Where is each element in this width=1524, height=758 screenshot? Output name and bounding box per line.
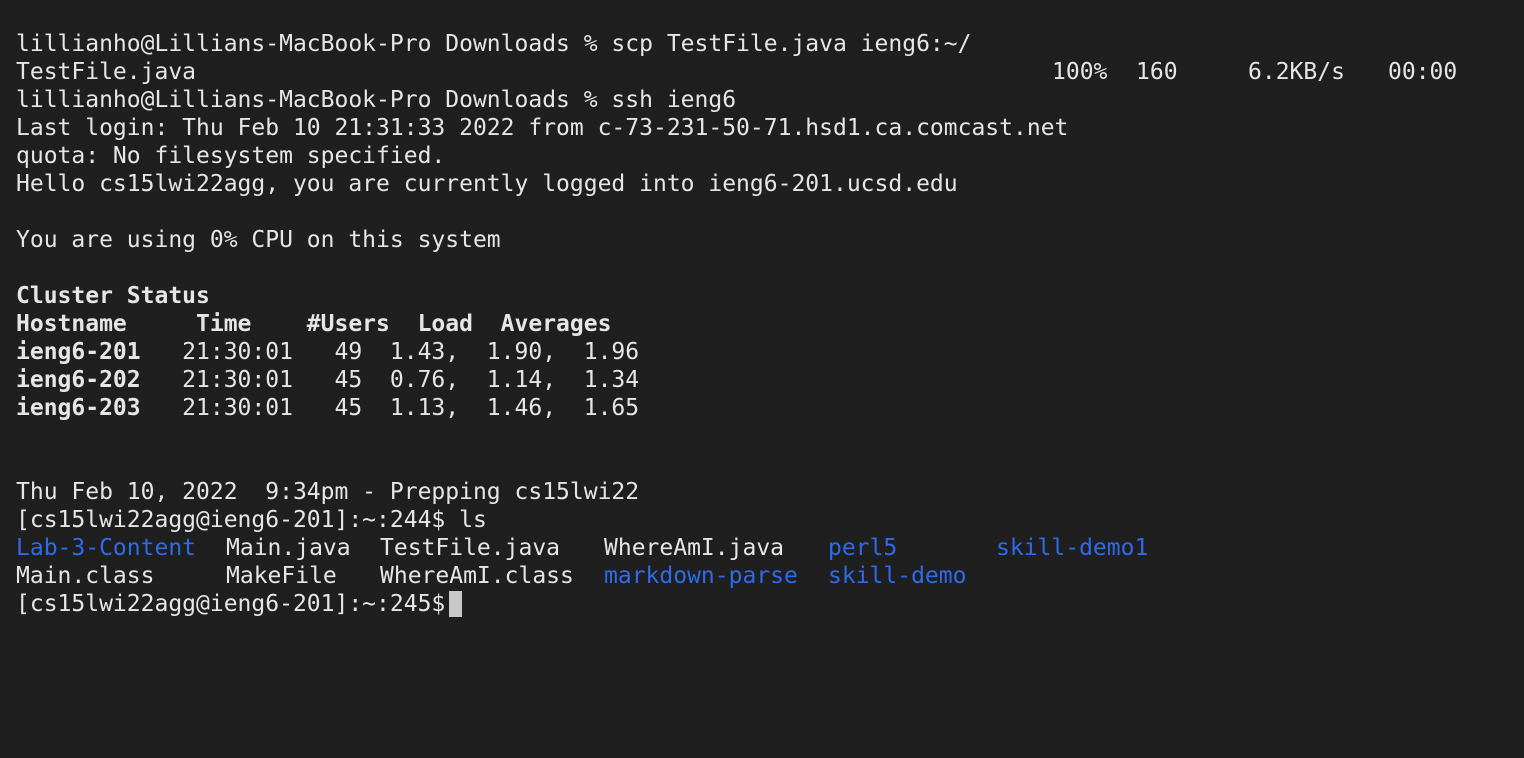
ls-entry-file: Main.class [16, 563, 155, 589]
cluster-hostname: ieng6-201 [16, 339, 141, 365]
ls-entry-directory: perl5 [828, 535, 898, 561]
cluster-table-header: Hostname Time #Users Load Averages [16, 311, 612, 337]
ls-output-row-2: Main.class MakeFile WhereAmI.class markd… [16, 562, 1524, 590]
terminal-line-ssh-command: lillianho@Lillians-MacBook-Pro Downloads… [16, 87, 737, 113]
cluster-stats: 21:30:01 45 1.13, 1.46, 1.65 [140, 395, 640, 421]
cluster-row: ieng6-202 21:30:01 45 0.76, 1.14, 1.34 [16, 366, 1524, 394]
cluster-status-title: Cluster Status [16, 283, 210, 309]
transfer-percent: 100% [1052, 59, 1108, 85]
current-prompt-line[interactable]: [cs15lwi22agg@ieng6-201]:~:245$ [16, 590, 1524, 618]
prompt-ls-command: [cs15lwi22agg@ieng6-201]:~:244$ ls [16, 507, 487, 533]
ls-entry-file: WhereAmI.class [380, 563, 574, 589]
terminal-line-hello: Hello cs15lwi22agg, you are currently lo… [16, 171, 958, 197]
terminal-window[interactable]: lillianho@Lillians-MacBook-Pro Downloads… [0, 0, 1524, 732]
ls-entry-directory: markdown-parse [604, 563, 798, 589]
current-prompt: [cs15lwi22agg@ieng6-201]:~:245$ [16, 591, 446, 617]
terminal-line-date: Thu Feb 10, 2022 9:34pm - Prepping cs15l… [16, 479, 640, 505]
cluster-hostname: ieng6-202 [16, 367, 141, 393]
transfer-filename: TestFile.java [16, 59, 197, 85]
ls-entry-file: WhereAmI.java [604, 535, 785, 561]
cluster-row: ieng6-203 21:30:01 45 1.13, 1.46, 1.65 [16, 394, 1524, 422]
transfer-eta: 00:00 [1388, 59, 1458, 85]
terminal-line-last-login: Last login: Thu Feb 10 21:31:33 2022 fro… [16, 115, 1069, 141]
terminal-line-scp-command: lillianho@Lillians-MacBook-Pro Downloads… [16, 31, 972, 57]
text-cursor[interactable] [449, 591, 463, 617]
ls-entry-file: Main.java [226, 535, 351, 561]
cluster-row: ieng6-201 21:30:01 49 1.43, 1.90, 1.96 [16, 338, 1524, 366]
ls-entry-file: TestFile.java [380, 535, 561, 561]
terminal-line-cpu: You are using 0% CPU on this system [16, 227, 501, 253]
ls-entry-directory: Lab-3-Content [16, 535, 197, 561]
ls-entry-file: MakeFile [226, 563, 337, 589]
ls-entry-directory: skill-demo [828, 563, 967, 589]
transfer-rate: 6.2KB/s [1248, 59, 1345, 85]
cluster-stats: 21:30:01 49 1.43, 1.90, 1.96 [140, 339, 640, 365]
ls-output-row-1: Lab-3-Content Main.java TestFile.java Wh… [16, 534, 1524, 562]
scp-progress-line: TestFile.java 100% 160 6.2KB/s 00:00 [16, 58, 1524, 86]
cluster-stats: 21:30:01 45 0.76, 1.14, 1.34 [140, 367, 640, 393]
cluster-hostname: ieng6-203 [16, 395, 141, 421]
ls-entry-directory: skill-demo1 [996, 535, 1149, 561]
transfer-bytes: 160 [1136, 59, 1178, 85]
terminal-line-quota: quota: No filesystem specified. [16, 143, 446, 169]
